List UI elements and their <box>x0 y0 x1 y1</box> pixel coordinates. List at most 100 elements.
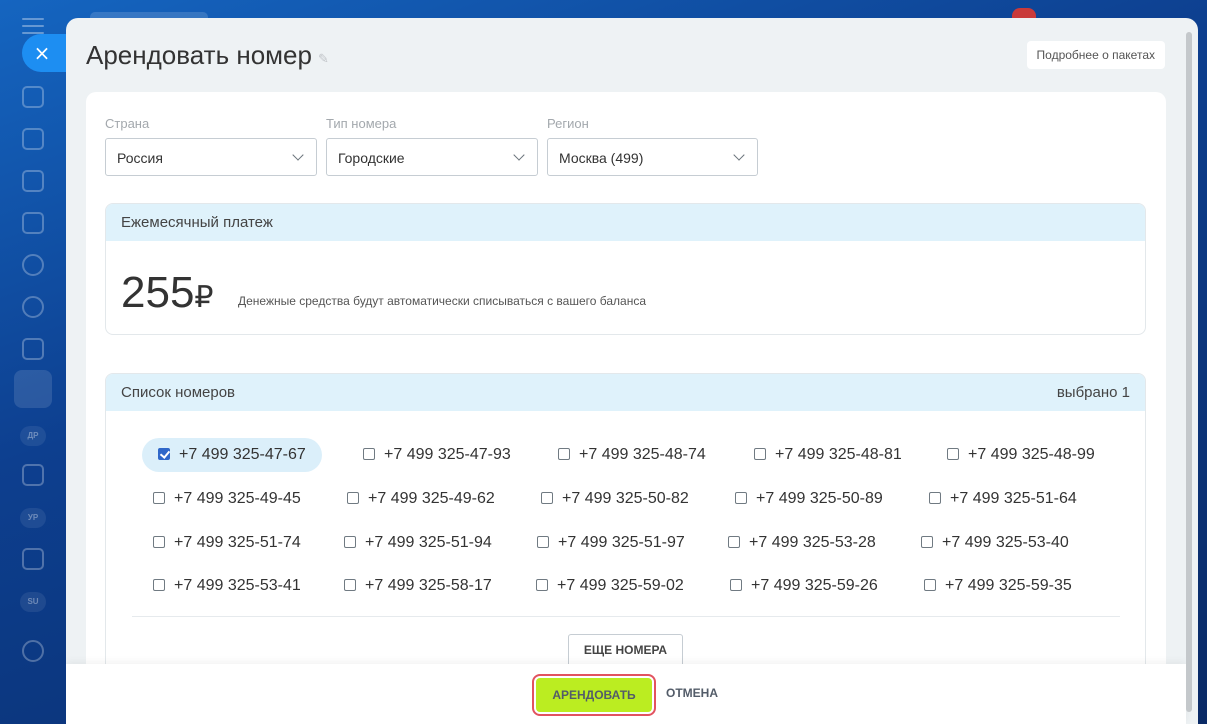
phone-number-option[interactable]: +7 499 325-53-28 <box>728 526 876 560</box>
checkbox[interactable] <box>754 448 766 460</box>
checkbox[interactable] <box>537 536 549 548</box>
region-value: Москва (499) <box>559 150 644 166</box>
numbers-title: Список номеров <box>121 384 236 401</box>
checkbox[interactable] <box>344 536 356 548</box>
checkbox[interactable] <box>541 492 553 504</box>
checkbox[interactable] <box>929 492 941 504</box>
rail-badge-dr[interactable]: ДР <box>20 426 46 446</box>
crm-icon[interactable] <box>22 338 44 360</box>
region-select[interactable]: Москва (499) <box>547 138 758 176</box>
telephony-icon[interactable] <box>14 370 52 408</box>
phone-number-label: +7 499 325-59-35 <box>945 577 1072 594</box>
rent-button-highlight: АРЕНДОВАТЬ <box>532 674 656 716</box>
monthly-payment-box: Ежемесячный платеж 255₽ Денежные средств… <box>105 203 1146 335</box>
chat-icon[interactable] <box>22 254 44 276</box>
close-slider-button[interactable]: × <box>22 34 66 72</box>
tasks-icon[interactable] <box>22 212 44 234</box>
currency-symbol: ₽ <box>194 281 214 314</box>
cancel-button[interactable]: ОТМЕНА <box>666 686 718 700</box>
checkbox[interactable] <box>728 536 740 548</box>
phone-number-label: +7 499 325-48-74 <box>579 446 706 463</box>
phone-number-option[interactable]: +7 499 325-51-64 <box>929 482 1077 516</box>
more-numbers-button[interactable]: ЕЩЕ НОМЕРА <box>568 634 683 667</box>
rent-button[interactable]: АРЕНДОВАТЬ <box>536 678 652 712</box>
checkbox[interactable] <box>153 492 165 504</box>
footer-bar: АРЕНДОВАТЬ ОТМЕНА <box>66 664 1186 724</box>
checkbox[interactable] <box>921 536 933 548</box>
checkbox[interactable] <box>363 448 375 460</box>
phone-number-label: +7 499 325-50-82 <box>562 490 689 507</box>
phone-number-label: +7 499 325-51-74 <box>174 534 301 551</box>
phone-number-label: +7 499 325-51-64 <box>950 490 1077 507</box>
phone-number-option[interactable]: +7 499 325-48-81 <box>754 438 902 472</box>
checkbox[interactable] <box>536 579 548 591</box>
phone-number-option[interactable]: +7 499 325-58-17 <box>344 569 492 603</box>
checkbox[interactable] <box>730 579 742 591</box>
country-label: Страна <box>105 116 150 131</box>
phone-number-label: +7 499 325-59-02 <box>557 577 684 594</box>
phone-number-label: +7 499 325-47-67 <box>179 446 306 463</box>
selected-count: выбрано 1 <box>1056 384 1130 401</box>
checkbox[interactable] <box>344 579 356 591</box>
phone-number-option[interactable]: +7 499 325-59-35 <box>924 569 1072 603</box>
rent-number-panel: Арендовать номер ✎ Подробнее о пакетах С… <box>66 18 1198 724</box>
phone-number-option[interactable]: +7 499 325-59-02 <box>536 569 684 603</box>
monthly-payment-header: Ежемесячный платеж <box>106 204 1145 241</box>
phone-number-option[interactable]: +7 499 325-51-94 <box>344 526 492 560</box>
phone-number-option[interactable]: +7 499 325-49-45 <box>153 482 301 516</box>
checkbox[interactable] <box>153 536 165 548</box>
more-packages-button[interactable]: Подробнее о пакетах <box>1026 41 1165 69</box>
phone-number-option[interactable]: +7 499 325-51-97 <box>537 526 685 560</box>
pin-icon[interactable]: ✎ <box>318 52 329 67</box>
settings-icon[interactable] <box>22 640 44 662</box>
chevron-down-icon <box>733 149 745 161</box>
phone-number-label: +7 499 325-47-93 <box>384 446 511 463</box>
automation-icon[interactable] <box>22 548 44 570</box>
phone-number-label: +7 499 325-53-28 <box>749 534 876 551</box>
number-type-select[interactable]: Городские <box>326 138 538 176</box>
price-amount: 255 <box>121 268 195 317</box>
checkbox[interactable] <box>153 579 165 591</box>
phone-number-option[interactable]: +7 499 325-47-67 <box>142 438 322 472</box>
phone-number-option[interactable]: +7 499 325-48-99 <box>947 438 1095 472</box>
phone-number-label: +7 499 325-48-99 <box>968 446 1095 463</box>
number-type-label: Тип номера <box>326 116 397 131</box>
checkbox[interactable] <box>158 448 170 460</box>
phone-number-label: +7 499 325-49-62 <box>368 490 495 507</box>
menu-icon[interactable] <box>22 18 44 34</box>
phone-number-label: +7 499 325-51-94 <box>365 534 492 551</box>
country-select[interactable]: Россия <box>105 138 317 176</box>
phone-number-option[interactable]: +7 499 325-53-41 <box>153 569 301 603</box>
file-icon[interactable] <box>22 464 44 486</box>
chevron-down-icon <box>513 149 525 161</box>
checkbox[interactable] <box>347 492 359 504</box>
contacts-icon[interactable] <box>22 296 44 318</box>
phone-number-label: +7 499 325-49-45 <box>174 490 301 507</box>
checkbox[interactable] <box>558 448 570 460</box>
divider <box>132 616 1120 617</box>
phone-number-option[interactable]: +7 499 325-51-74 <box>153 526 301 560</box>
checkbox[interactable] <box>735 492 747 504</box>
scrollbar[interactable] <box>1186 32 1192 712</box>
phone-number-option[interactable]: +7 499 325-49-62 <box>347 482 495 516</box>
home-icon[interactable] <box>22 86 44 108</box>
calendar-icon[interactable] <box>22 128 44 150</box>
rail-badge-su[interactable]: SU <box>20 592 46 612</box>
phone-number-option[interactable]: +7 499 325-50-82 <box>541 482 689 516</box>
phone-number-label: +7 499 325-51-97 <box>558 534 685 551</box>
country-value: Россия <box>117 150 163 166</box>
phone-number-label: +7 499 325-50-89 <box>756 490 883 507</box>
rail-badge-ur[interactable]: УР <box>20 508 46 528</box>
document-icon[interactable] <box>22 170 44 192</box>
phone-number-option[interactable]: +7 499 325-47-93 <box>363 438 511 472</box>
page-title: Арендовать номер <box>86 40 312 70</box>
checkbox[interactable] <box>947 448 959 460</box>
phone-number-option[interactable]: +7 499 325-59-26 <box>730 569 878 603</box>
phone-number-option[interactable]: +7 499 325-48-74 <box>558 438 706 472</box>
phone-number-option[interactable]: +7 499 325-50-89 <box>735 482 883 516</box>
phone-number-label: +7 499 325-48-81 <box>775 446 902 463</box>
phone-number-option[interactable]: +7 499 325-53-40 <box>921 526 1069 560</box>
region-label: Регион <box>547 116 589 131</box>
checkbox[interactable] <box>924 579 936 591</box>
chevron-down-icon <box>292 149 304 161</box>
